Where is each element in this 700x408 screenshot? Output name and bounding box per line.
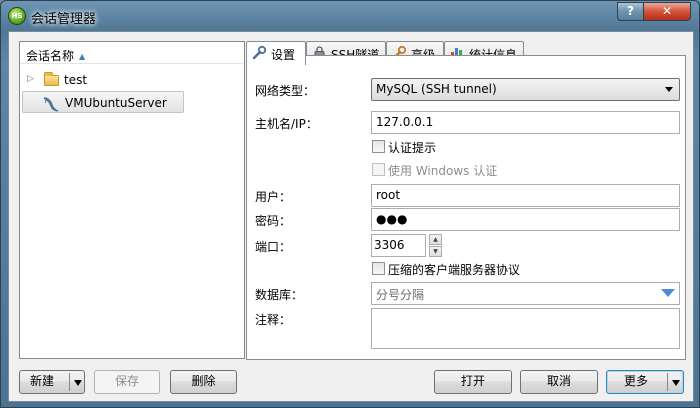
split-divider xyxy=(69,373,70,391)
delete-button-label: 删除 xyxy=(191,374,216,388)
heidisql-app-icon: HS xyxy=(8,7,26,25)
wrench-icon xyxy=(252,45,267,60)
checkbox-box[interactable] xyxy=(372,140,385,153)
more-button[interactable]: 更多 xyxy=(606,370,684,394)
split-divider xyxy=(667,373,668,391)
database-placeholder: 分号分隔 xyxy=(376,288,425,302)
password-label: 密码： xyxy=(255,214,292,228)
port-spin-up-button[interactable]: ▲ xyxy=(429,234,442,245)
windows-auth-label: 使用 Windows 认证 xyxy=(388,164,498,178)
compress-protocol-label: 压缩的客户端服务器协议 xyxy=(388,263,521,277)
cancel-button[interactable]: 取消 xyxy=(520,370,598,394)
settings-panel: 网络类型： MySQL (SSH tunnel) 主机名/IP： 127.0.0… xyxy=(246,55,686,360)
tree-column-header-label: 会话名称 xyxy=(26,49,75,63)
open-button-label: 打开 xyxy=(460,374,485,388)
mysql-dolphin-icon xyxy=(42,95,60,117)
checkbox-box xyxy=(372,163,385,176)
database-label: 数据库： xyxy=(255,288,304,302)
user-input[interactable]: root xyxy=(371,184,680,207)
cancel-button-label: 取消 xyxy=(546,374,571,388)
checkbox-box[interactable] xyxy=(372,262,385,275)
chevron-down-icon xyxy=(665,87,673,92)
port-value: 3306 xyxy=(374,238,405,252)
network-type-value: MySQL (SSH tunnel) xyxy=(376,82,497,96)
save-button[interactable]: 保存 xyxy=(94,370,160,394)
tab-label: 设置 xyxy=(271,48,296,62)
tree-item-label: VMUbuntuServer xyxy=(65,96,167,110)
port-spin-down-button[interactable]: ▼ xyxy=(429,246,442,257)
delete-button[interactable]: 删除 xyxy=(170,370,237,394)
port-input[interactable]: 3306 xyxy=(371,234,426,257)
comment-label: 注释： xyxy=(255,313,292,327)
new-button[interactable]: 新建 xyxy=(19,370,85,394)
arrow-up-icon: ▲ xyxy=(433,236,438,243)
arrow-down-icon: ▼ xyxy=(433,248,438,255)
auth-prompt-label: 认证提示 xyxy=(388,141,437,155)
sort-ascending-icon: ▲ xyxy=(79,52,86,61)
host-label: 主机名/IP： xyxy=(255,117,318,131)
tree-column-header[interactable]: 会话名称 ▲ xyxy=(20,42,244,64)
new-button-label: 新建 xyxy=(30,374,55,388)
window-title: 会话管理器 xyxy=(31,12,97,27)
tab-settings[interactable]: 设置 xyxy=(246,41,306,65)
password-value: ●●● xyxy=(376,212,408,226)
tree-item-folder[interactable]: ▷ test xyxy=(22,69,184,91)
folder-icon xyxy=(44,72,59,86)
session-tree[interactable]: 会话名称 ▲ ▷ test VMUbuntuServer xyxy=(19,41,245,359)
database-input[interactable]: 分号分隔 xyxy=(371,282,680,305)
comment-textarea[interactable] xyxy=(371,308,680,349)
chevron-down-icon[interactable] xyxy=(672,380,680,386)
user-label: 用户： xyxy=(255,190,292,204)
network-type-label: 网络类型： xyxy=(255,84,316,98)
title-bar[interactable]: HS 会话管理器 ? ✕ xyxy=(1,1,699,31)
chevron-down-icon[interactable] xyxy=(74,380,82,386)
host-input[interactable]: 127.0.0.1 xyxy=(371,111,680,134)
dialog-client-area: 会话名称 ▲ ▷ test VMUbuntuServer 设置 网络类型： My… xyxy=(8,31,694,402)
network-type-select[interactable]: MySQL (SSH tunnel) xyxy=(371,78,680,101)
session-manager-window: HS 会话管理器 ? ✕ 会话名称 ▲ ▷ test VMUbuntuServer xyxy=(0,0,700,408)
database-dropdown-icon[interactable] xyxy=(661,289,675,297)
password-input[interactable]: ●●● xyxy=(371,208,680,231)
close-button[interactable]: ✕ xyxy=(643,2,691,21)
save-button-label: 保存 xyxy=(114,374,139,388)
port-label: 端口： xyxy=(255,240,292,254)
tree-item-session[interactable]: VMUbuntuServer xyxy=(22,91,184,113)
more-button-label: 更多 xyxy=(624,374,649,388)
user-value: root xyxy=(376,188,401,202)
open-button[interactable]: 打开 xyxy=(434,370,512,394)
expand-arrow-icon[interactable]: ▷ xyxy=(27,74,34,84)
host-value: 127.0.0.1 xyxy=(376,115,434,129)
help-button[interactable]: ? xyxy=(617,2,644,21)
tree-item-label: test xyxy=(64,73,88,87)
